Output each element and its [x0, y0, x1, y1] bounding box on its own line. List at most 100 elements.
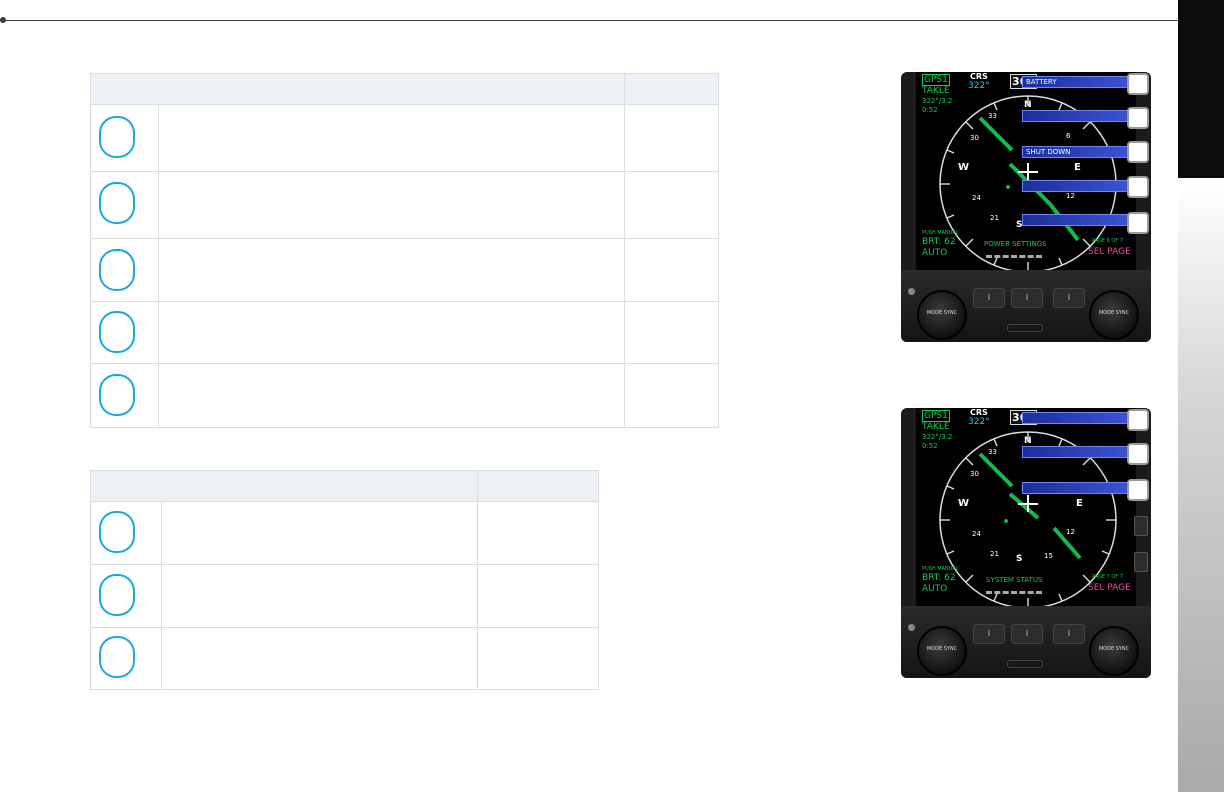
softkey-1[interactable]: I [973, 288, 1005, 308]
softkey-3[interactable]: I [1053, 624, 1085, 644]
menu-item-battery[interactable]: BATTERY [1022, 76, 1136, 88]
compass-6: 6 [1066, 132, 1071, 140]
compass-24: 24 [972, 194, 981, 202]
bezel-key-3[interactable] [1127, 141, 1149, 163]
side-key-upper[interactable] [1134, 516, 1148, 536]
bezel-key-4[interactable] [1127, 176, 1149, 198]
menu-item-1[interactable] [1022, 412, 1136, 424]
compass-24: 24 [972, 530, 981, 538]
compass-n: N [1024, 436, 1032, 446]
bezel-key-3[interactable] [1127, 479, 1149, 501]
crs-label: CRS [970, 408, 988, 417]
row-number-cell [91, 172, 159, 238]
sel-page: SEL PAGE [1088, 247, 1131, 257]
bezel-key-5[interactable] [1127, 212, 1149, 234]
waypoint: TAKLE [922, 422, 950, 432]
menu-item-shut-down[interactable]: SHUT DOWN [1022, 146, 1136, 158]
bezel-key-2[interactable] [1127, 107, 1149, 129]
compass-s: S [1016, 554, 1023, 564]
bezel-key-2[interactable] [1127, 443, 1149, 465]
page-indicator: PAGE 7 OF 7 [1092, 574, 1124, 580]
compass-12: 12 [1066, 528, 1075, 536]
screw [908, 624, 915, 631]
callout-circle [99, 311, 135, 353]
row-number-cell [91, 364, 159, 427]
row-number-cell [91, 239, 159, 301]
header-cell-action [624, 74, 718, 104]
row-description [159, 364, 624, 427]
row-action [624, 172, 718, 238]
compass-n: N [1024, 100, 1032, 110]
callout-circle [99, 511, 135, 553]
row-description [162, 502, 477, 564]
compass-21: 21 [990, 550, 999, 558]
side-key-lower[interactable] [1134, 552, 1148, 572]
menu-item-3[interactable] [1022, 482, 1136, 494]
softkey-3[interactable]: I [1053, 288, 1085, 308]
page-dots [986, 591, 1042, 597]
row-action [477, 628, 598, 689]
page-title: SYSTEM STATUS [986, 576, 1043, 584]
table-row [91, 105, 718, 172]
brightness-label: BRT: 62 [922, 237, 956, 247]
knob-right[interactable]: MODE SYNC [1089, 626, 1139, 676]
crs-label: CRS [970, 72, 988, 81]
auto-label: AUTO [922, 248, 948, 258]
row-action [624, 364, 718, 427]
row-number-cell [91, 502, 162, 564]
callout-circle [99, 636, 135, 678]
brightness-label: BRT: 62 [922, 573, 956, 583]
table-row [91, 239, 718, 302]
time-to-waypoint: 0:52 [922, 106, 938, 114]
softkey-2[interactable]: I [1011, 624, 1043, 644]
row-number-cell [91, 565, 162, 627]
nav-source: GPS1 [922, 410, 950, 422]
compass-21: 21 [990, 214, 999, 222]
table-header [91, 471, 598, 502]
page-title: POWER SETTINGS [984, 240, 1047, 248]
row-action [477, 565, 598, 627]
compass-30: 30 [970, 470, 979, 478]
row-description [159, 105, 624, 171]
sel-page: SEL PAGE [1088, 583, 1131, 593]
table-row [91, 302, 718, 364]
crs-value: 322° [968, 417, 990, 427]
instrument-display-system-status: GPS1 TAKLE 322°/3.2 0:52 CRS 322° 360 N … [901, 408, 1151, 678]
row-action [624, 239, 718, 301]
display-screen: GPS1 TAKLE 322°/3.2 0:52 CRS 322° 360 N … [916, 408, 1136, 606]
softkey-1[interactable]: I [973, 624, 1005, 644]
knob-right[interactable]: MODE SYNC [1089, 290, 1139, 340]
top-rule [0, 0, 1178, 23]
callout-circle [99, 182, 135, 224]
bearing-distance: 322°/3.2 [922, 97, 953, 105]
table-row [91, 628, 598, 689]
knob-left[interactable]: MODE SYNC [917, 290, 967, 340]
row-description [162, 565, 477, 627]
menu-item-2[interactable] [1022, 446, 1136, 458]
menu-item-4[interactable] [1022, 180, 1136, 192]
table-row [91, 364, 718, 427]
header-cell-action [477, 471, 598, 501]
compass-33: 33 [988, 112, 997, 120]
menu-item-5[interactable] [1022, 214, 1136, 226]
table-system-status [90, 470, 599, 690]
row-description [159, 302, 624, 363]
knob-left[interactable]: MODE SYNC [917, 626, 967, 676]
callout-circle [99, 574, 135, 616]
compass-12: 12 [1066, 192, 1075, 200]
table-power-settings [90, 73, 719, 428]
bezel-key-1[interactable] [1127, 409, 1149, 431]
page-dots [986, 255, 1042, 261]
softkey-2[interactable]: I [1011, 288, 1043, 308]
bezel-key-1[interactable] [1127, 73, 1149, 95]
row-number-cell [91, 105, 159, 171]
callout-circle [99, 249, 135, 291]
callout-circle [99, 116, 135, 158]
table-row [91, 172, 718, 239]
row-description [162, 628, 477, 689]
waypoint: TAKLE [922, 86, 950, 96]
nav-source: GPS1 [922, 74, 950, 86]
menu-item-2[interactable] [1022, 110, 1136, 122]
push-label: PUSH MANUAL [922, 230, 959, 236]
table-row [91, 565, 598, 628]
